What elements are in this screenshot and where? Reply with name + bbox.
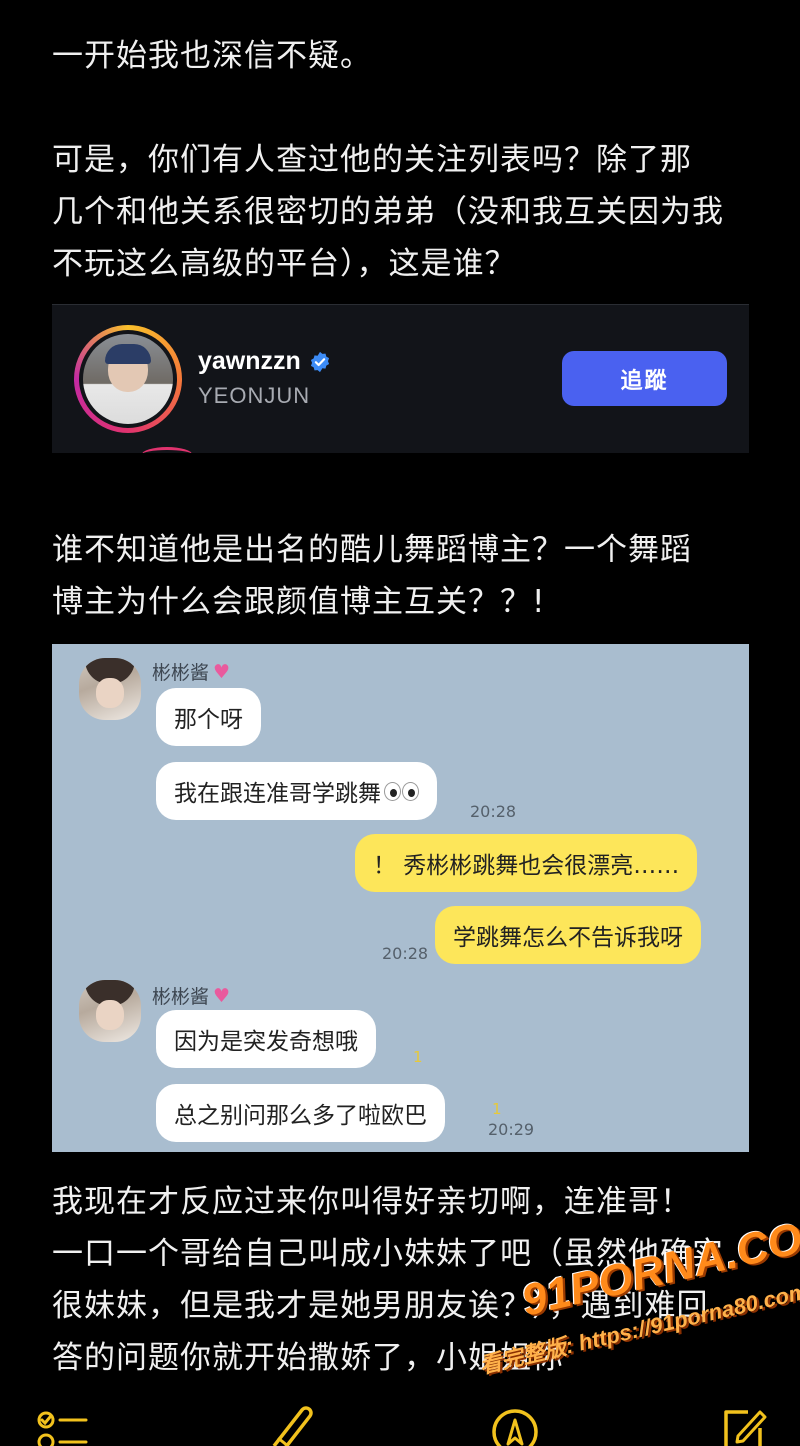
message-bubble[interactable]: 总之别问那么多了啦欧巴	[156, 1084, 445, 1142]
unread-count: 1	[413, 1048, 423, 1066]
checklist-icon[interactable]	[36, 1406, 90, 1446]
post-paragraph-3: 谁不知道他是出名的酷儿舞蹈博主？一个舞蹈 博主为什么会跟颜值博主互关？？!	[52, 532, 692, 620]
message-bubble[interactable]: 因为是突发奇想哦	[156, 1010, 376, 1068]
message-text: 那个呀	[174, 707, 243, 733]
unread-count: 1	[492, 1100, 502, 1118]
compass-icon[interactable]	[490, 1402, 540, 1446]
pen-icon[interactable]	[266, 1402, 316, 1446]
message-text: 总之别问那么多了啦欧巴	[174, 1103, 427, 1129]
sender-name-row: 彬彬酱 ♥	[152, 982, 230, 1009]
sender-avatar	[79, 658, 141, 720]
message-time: 20:29	[488, 1120, 535, 1139]
sender-name-row: 彬彬酱 ♥	[152, 658, 230, 685]
profile-username[interactable]: yawnzzn	[198, 347, 301, 376]
chat-screenshot: 彬彬酱 ♥ 那个呀 我在跟连准哥学跳舞 20:28 ！ 秀彬彬跳舞也会很漂亮………	[52, 644, 749, 1152]
pink-heart-icon: ♥	[213, 984, 231, 1007]
message-text: 因为是突发奇想哦	[174, 1029, 358, 1055]
message-time: 20:28	[470, 802, 517, 821]
message-bubble-outgoing[interactable]: ！ 秀彬彬跳舞也会很漂亮……	[355, 834, 698, 892]
message-text: 我在跟连准哥学跳舞	[174, 781, 381, 807]
sender-name: 彬彬酱	[152, 986, 210, 1008]
follow-button[interactable]: 追蹤	[562, 351, 727, 406]
post-paragraph-2: 可是，你们有人查过他的关注列表吗？除了那 几个和他关系很密切的弟弟（没和我互关因…	[52, 142, 724, 282]
eyes-emoji-icon	[383, 781, 419, 801]
message-bubble[interactable]: 那个呀	[156, 688, 261, 746]
profile-display-name: YEONJUN	[198, 383, 311, 408]
profile-avatar[interactable]	[74, 325, 182, 433]
edit-icon[interactable]	[718, 1402, 768, 1446]
pink-heart-icon: ♥	[213, 660, 231, 683]
sender-avatar	[79, 980, 141, 1042]
message-time: 20:28	[382, 944, 429, 963]
sender-name: 彬彬酱	[152, 662, 210, 684]
profile-username-row: yawnzzn	[198, 347, 331, 376]
profile-card: yawnzzn YEONJUN 追蹤	[52, 304, 749, 453]
post-paragraph-1: 一开始我也深信不疑。	[52, 38, 372, 74]
message-bubble[interactable]: 我在跟连准哥学跳舞	[156, 762, 437, 820]
message-text: ！ 秀彬彬跳舞也会很漂亮……	[373, 853, 680, 879]
message-bubble-outgoing[interactable]: 学跳舞怎么不告诉我呀	[435, 906, 701, 964]
message-text: 学跳舞怎么不告诉我呀	[453, 925, 683, 951]
verified-badge-icon	[310, 351, 329, 372]
next-avatar-ring	[142, 447, 192, 453]
